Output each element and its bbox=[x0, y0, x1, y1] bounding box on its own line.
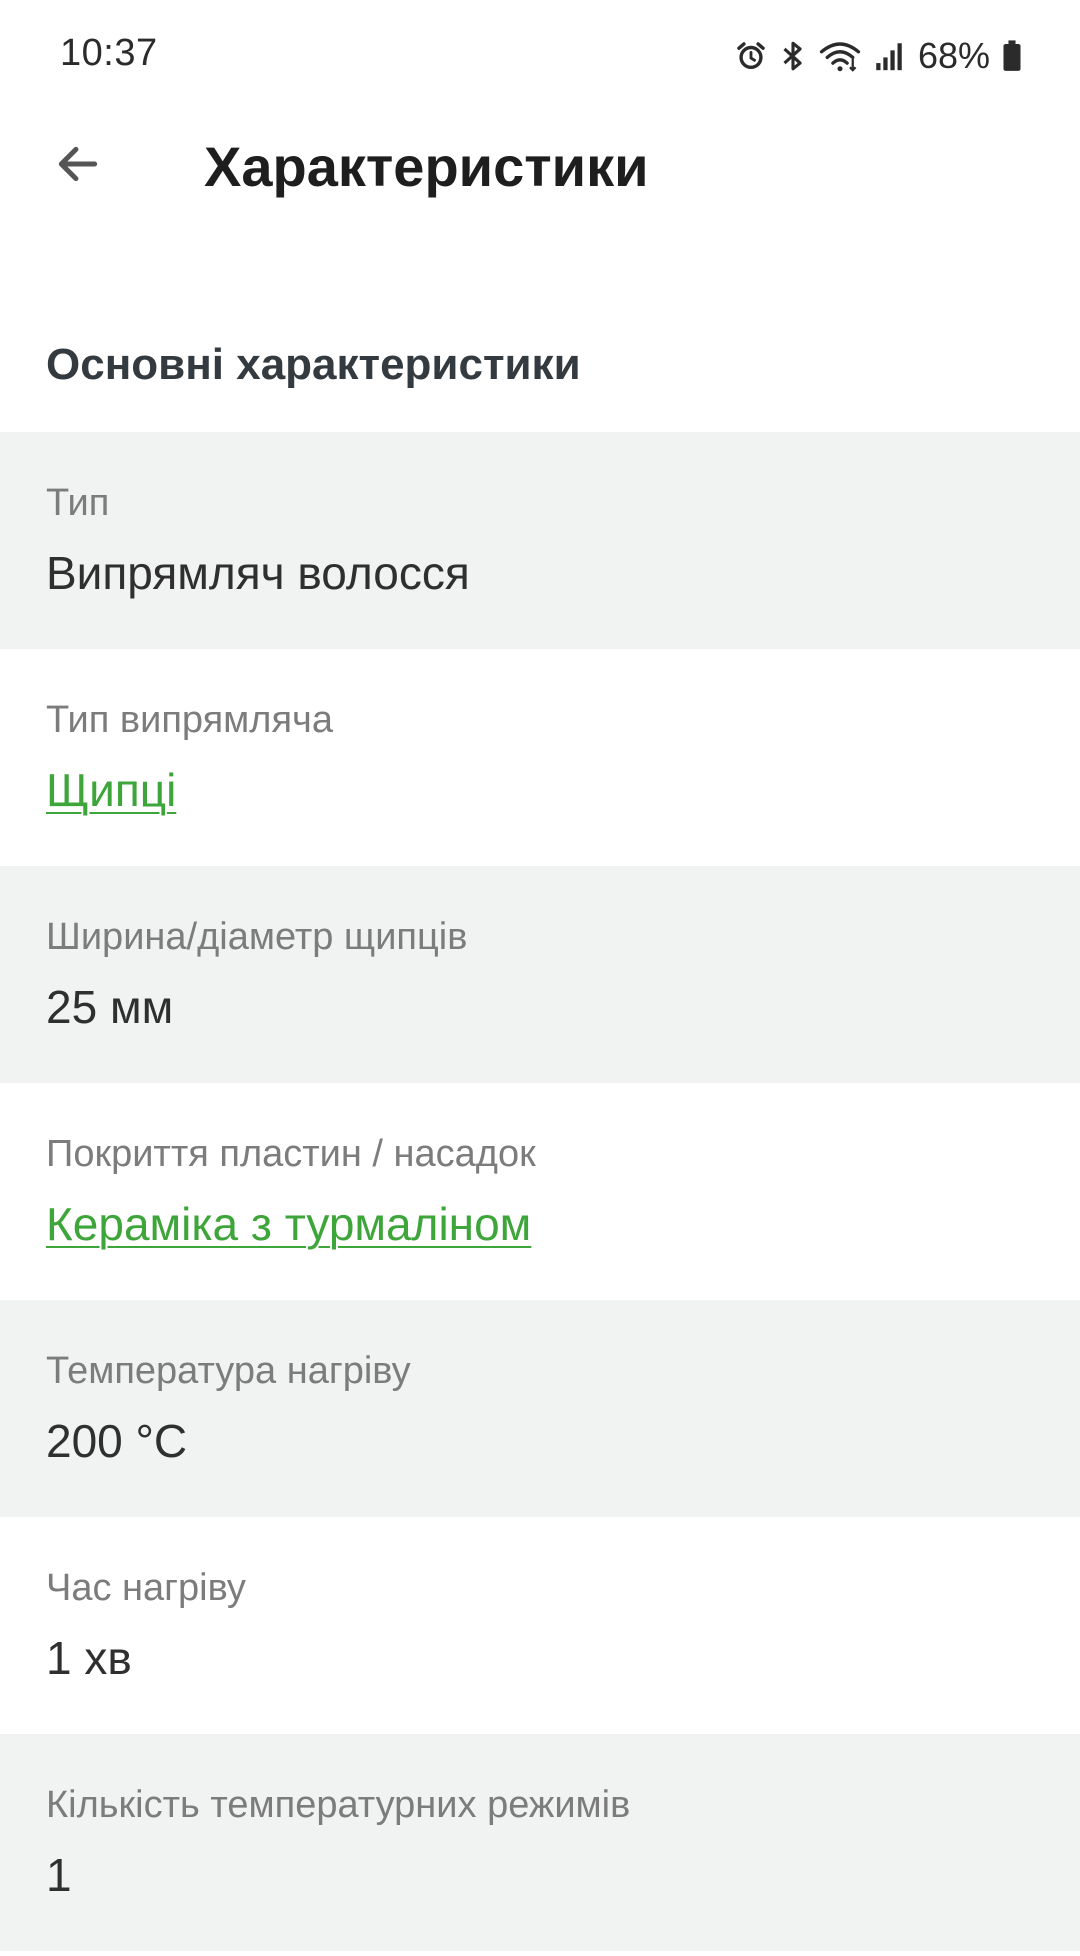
back-button[interactable] bbox=[40, 128, 116, 204]
spec-list: Тип Випрямляч волосся Тип випрямляча Щип… bbox=[0, 432, 1080, 1951]
status-icons: 68% bbox=[734, 34, 1022, 78]
bluetooth-icon bbox=[780, 39, 806, 73]
battery-percent: 68% bbox=[917, 35, 990, 76]
status-time: 10:37 bbox=[60, 32, 158, 74]
status-bar: 10:37 68% bbox=[0, 0, 1080, 112]
spec-value-link[interactable]: Кераміка з турмаліном bbox=[46, 1197, 531, 1251]
spec-row: Ширина/діаметр щипців 25 мм bbox=[0, 866, 1080, 1083]
spec-value: Випрямляч волосся bbox=[46, 547, 470, 599]
page-title: Характеристики bbox=[204, 135, 649, 198]
spec-label: Покриття пластин / насадок bbox=[46, 1133, 536, 1175]
app-bar: Характеристики bbox=[0, 112, 1080, 218]
spec-label: Температура нагріву bbox=[46, 1350, 411, 1392]
spec-label: Кількість температурних режимів bbox=[46, 1784, 631, 1826]
spec-row: Тип Випрямляч волосся bbox=[0, 432, 1080, 649]
spec-label: Час нагріву bbox=[46, 1567, 246, 1609]
arrow-left-icon bbox=[53, 139, 103, 194]
wifi-icon bbox=[818, 39, 862, 73]
spec-value: 1 хв bbox=[46, 1632, 132, 1684]
spec-label: Тип випрямляча bbox=[46, 699, 333, 741]
spec-row: Тип випрямляча Щипці bbox=[0, 649, 1080, 866]
alarm-icon bbox=[734, 39, 768, 73]
spec-value: 200 °C bbox=[46, 1415, 188, 1467]
spec-row: Кількість температурних режимів 1 bbox=[0, 1734, 1080, 1951]
spec-value-link[interactable]: Щипці bbox=[46, 763, 176, 817]
spec-row: Час нагріву 1 хв bbox=[0, 1517, 1080, 1734]
spec-row: Температура нагріву 200 °C bbox=[0, 1300, 1080, 1517]
signal-icon bbox=[874, 39, 904, 73]
spec-row: Покриття пластин / насадок Кераміка з ту… bbox=[0, 1083, 1080, 1300]
battery-icon bbox=[1002, 39, 1022, 73]
spec-value: 25 мм bbox=[46, 981, 174, 1033]
spec-value: 1 bbox=[46, 1849, 72, 1901]
spec-label: Ширина/діаметр щипців bbox=[46, 916, 468, 958]
spec-label: Тип bbox=[46, 482, 110, 524]
section-title: Основні характеристики bbox=[46, 340, 581, 389]
